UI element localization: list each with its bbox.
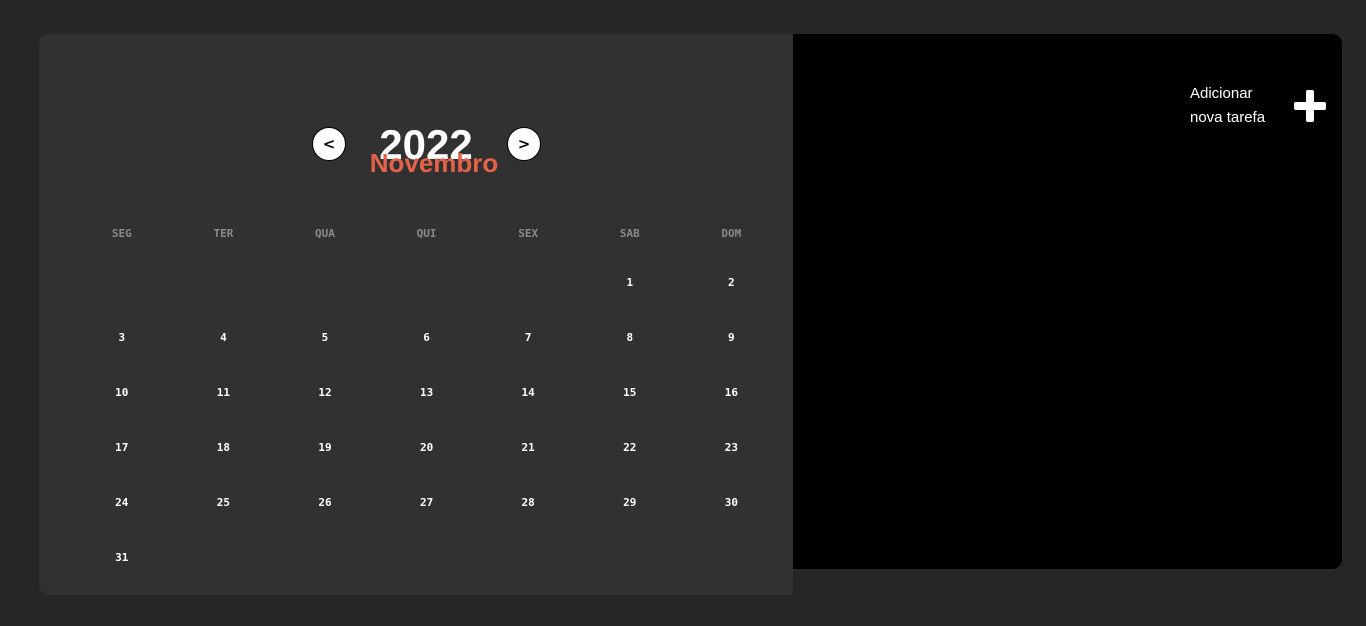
empty-day-cell bbox=[376, 272, 478, 327]
calendar-panel: < 2022 > Novembro SEG TER QUA QUI SEX SAB DOM … bbox=[39, 34, 793, 595]
day-cell[interactable]: 22 bbox=[579, 437, 681, 492]
weekday-label: DOM bbox=[721, 227, 742, 240]
day-cell[interactable]: 7 bbox=[477, 327, 579, 382]
day-cell[interactable]: 5 bbox=[274, 327, 376, 382]
day-cell[interactable]: 16 bbox=[681, 382, 783, 437]
day-cell[interactable]: 4 bbox=[173, 327, 275, 382]
day-cell[interactable]: 25 bbox=[173, 492, 275, 547]
weekday-label: QUI bbox=[416, 227, 437, 240]
empty-day-cell bbox=[477, 272, 579, 327]
plus-icon[interactable] bbox=[1292, 88, 1328, 124]
day-cell[interactable]: 2 bbox=[681, 272, 783, 327]
day-cell[interactable]: 9 bbox=[681, 327, 783, 382]
day-cell[interactable]: 29 bbox=[579, 492, 681, 547]
day-cell[interactable]: 26 bbox=[274, 492, 376, 547]
day-cell[interactable]: 18 bbox=[173, 437, 275, 492]
day-cell[interactable]: 14 bbox=[477, 382, 579, 437]
day-cell[interactable]: 12 bbox=[274, 382, 376, 437]
weekday-label: QUA bbox=[315, 227, 335, 240]
empty-day-cell bbox=[274, 272, 376, 327]
weekday-label: TER bbox=[213, 227, 234, 240]
day-cell[interactable]: 10 bbox=[71, 382, 173, 437]
day-cell[interactable]: 3 bbox=[71, 327, 173, 382]
day-cell[interactable]: 19 bbox=[274, 437, 376, 492]
day-cell[interactable]: 24 bbox=[71, 492, 173, 547]
day-cell[interactable]: 30 bbox=[681, 492, 783, 547]
month-label: Novembro bbox=[369, 148, 499, 178]
day-cell[interactable]: 1 bbox=[579, 272, 681, 327]
days-grid: 1 2 3 4 5 6 7 8 9 10 11 12 13 14 15 16 17 18 19 20 21 22 23 24 2… bbox=[71, 272, 783, 602]
day-cell[interactable]: 15 bbox=[579, 382, 681, 437]
weekday-label: SAB bbox=[619, 227, 640, 240]
calendar-grid: SEG TER QUA QUI SEX SAB DOM 1 2 3 4 5 6 7 8 9 10 11 12 13 1… bbox=[71, 218, 783, 602]
empty-day-cell bbox=[71, 272, 173, 327]
day-cell[interactable]: 8 bbox=[579, 327, 681, 382]
day-cell[interactable]: 6 bbox=[376, 327, 478, 382]
day-cell[interactable]: 11 bbox=[173, 382, 275, 437]
add-task-label: Adicionar nova tarefa bbox=[1190, 82, 1286, 130]
day-cell[interactable]: 17 bbox=[71, 437, 173, 492]
empty-day-cell bbox=[173, 272, 275, 327]
app-root: < 2022 > Novembro SEG TER QUA QUI SEX SAB DOM … bbox=[0, 0, 1366, 626]
day-cell[interactable]: 20 bbox=[376, 437, 478, 492]
weekday-label: SEG bbox=[111, 227, 132, 240]
add-task-button[interactable]: Adicionar nova tarefa bbox=[1190, 82, 1328, 130]
day-cell[interactable]: 23 bbox=[681, 437, 783, 492]
day-cell[interactable]: 21 bbox=[477, 437, 579, 492]
weekday-header: SEG TER QUA QUI SEX SAB DOM bbox=[71, 218, 783, 250]
day-cell[interactable]: 13 bbox=[376, 382, 478, 437]
day-cell[interactable]: 31 bbox=[71, 547, 173, 602]
day-cell[interactable]: 27 bbox=[376, 492, 478, 547]
weekday-label: SEX bbox=[518, 227, 539, 240]
day-cell[interactable]: 28 bbox=[477, 492, 579, 547]
add-task-label-line2: nova tarefa bbox=[1190, 109, 1266, 126]
tasks-panel: Adicionar nova tarefa bbox=[793, 34, 1342, 569]
add-task-label-line1: Adicionar bbox=[1190, 85, 1253, 102]
